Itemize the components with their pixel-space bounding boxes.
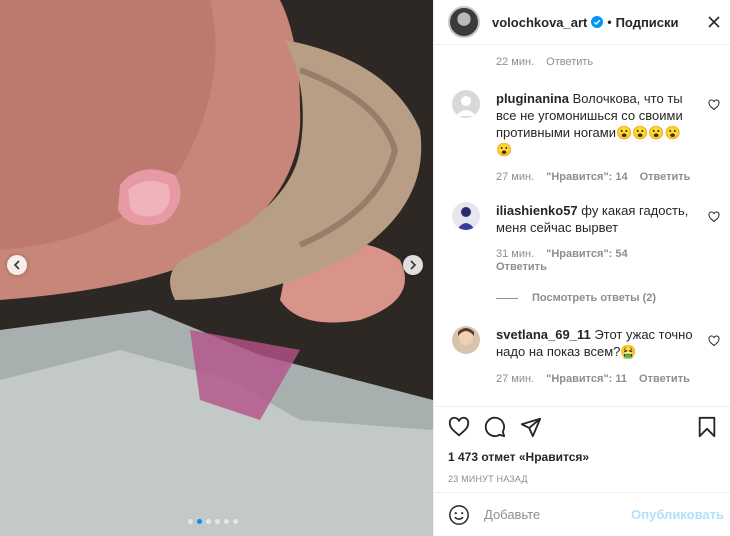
comment-likes[interactable]: "Нравится": 54 [546,248,627,260]
comment-text-block: iliashienko57 фу какая гадость, меня сей… [496,202,696,236]
comment-meta: 27 мин. "Нравится": 14 Ответить [496,171,696,183]
following-button[interactable]: Подписки [616,15,679,30]
more-options-icon[interactable] [704,12,724,32]
carousel-dot [224,519,229,524]
publish-button[interactable]: Опубликовать [631,507,724,522]
comment-item: pluginanina Волочкова, что ты все не уго… [452,90,720,183]
post-actions: 1 473 отмет «Нравится» 23 минут назад [434,406,730,484]
comment-input[interactable]: Добавьте [484,507,540,522]
replies-line [496,297,518,299]
comment-time: 31 мин. [496,248,535,260]
like-comment-heart-icon[interactable] [708,99,720,111]
carousel-prev-button[interactable] [7,255,27,275]
chevron-right-icon [410,260,417,270]
post-header: volochkova_art • Подписки [434,0,730,45]
comment-time: 22 мин. [496,56,535,68]
view-replies-label: Посмотреть ответы (2) [532,292,657,304]
like-comment-heart-icon[interactable] [708,211,720,223]
post-media[interactable] [0,0,433,536]
commenter-avatar[interactable] [452,90,480,118]
author-avatar[interactable] [448,6,480,38]
comments-list: 22 мин. Ответить pluginanina Волочкова, … [434,46,730,406]
emoji-smiley-icon[interactable] [448,504,470,526]
separator-dot: • [607,15,612,29]
reply-link[interactable]: Ответить [640,171,691,183]
view-replies-button[interactable]: Посмотреть ответы (2) [496,292,656,304]
comment-text-block: pluginanina Волочкова, что ты все не уго… [496,90,696,158]
commenter-avatar[interactable] [452,326,480,354]
carousel-dot [188,519,193,524]
comment-likes[interactable]: "Нравится": 11 [546,373,627,385]
carousel-dot [215,519,220,524]
commenter-username[interactable]: iliashienko57 [496,203,578,218]
post-photo [0,0,433,536]
carousel-dot [233,519,238,524]
post-timestamp: 23 минут назад [448,474,528,484]
like-heart-icon[interactable] [448,416,470,438]
likes-count[interactable]: 1 473 отмет «Нравится» [448,450,717,464]
default-avatar-icon [456,96,476,116]
reply-link[interactable]: Ответить [639,373,690,385]
commenter-username[interactable]: svetlana_69_11 [496,327,591,342]
comment-time: 27 мин. [496,171,535,183]
carousel-indicator [188,519,238,524]
commenter-photo-icon [457,207,475,230]
carousel-dot [206,519,211,524]
comment-item: iliashienko57 фу какая гадость, меня сей… [452,202,720,273]
author-username[interactable]: volochkova_art [492,15,587,30]
comment-item: svetlana_69_11 Этот ужас точно надо на п… [452,326,720,385]
carousel-next-button[interactable] [403,255,423,275]
commenter-photo-icon [458,328,474,345]
reply-link[interactable]: Ответить [546,56,593,68]
comment-meta: 31 мин. "Нравится": 54 [496,248,696,260]
bookmark-save-icon[interactable] [697,416,717,438]
comment-meta: 27 мин. "Нравится": 11 Ответить [496,373,696,385]
share-send-icon[interactable] [520,416,542,438]
chevron-left-icon [13,260,20,270]
commenter-avatar[interactable] [452,202,480,230]
comment-text-block: svetlana_69_11 Этот ужас точно надо на п… [496,326,696,360]
add-comment-bar: Добавьте Опубликовать [434,492,730,536]
comment-bubble-icon[interactable] [484,416,506,438]
carousel-dot-active [197,519,202,524]
verified-badge-icon [591,16,604,28]
comment-meta: 22 мин. Ответить [496,56,593,68]
like-comment-heart-icon[interactable] [708,335,720,347]
comment-time: 27 мин. [496,373,535,385]
comment-likes[interactable]: "Нравится": 14 [546,171,627,183]
post-sidebar: volochkova_art • Подписки 22 мин. Ответи… [433,0,730,536]
commenter-username[interactable]: pluginanina [496,91,569,106]
reply-link[interactable]: Ответить [496,261,547,273]
